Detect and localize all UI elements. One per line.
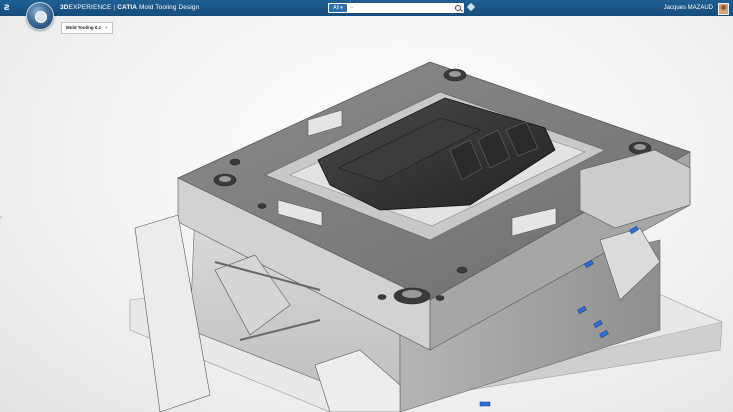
top-bar: ƨ 3DEXPERIENCE | CATIA Mold Tooling Design…: [0, 0, 733, 16]
tab-label: Mold Tooling 0.1: [66, 25, 102, 30]
tag-icon[interactable]: [466, 2, 476, 12]
side-panel-handle-icon[interactable]: ›: [0, 214, 4, 222]
search-scope-label: All: [333, 5, 339, 11]
3ds-logo-icon[interactable]: ƨ: [4, 1, 20, 15]
search-input[interactable]: --: [350, 3, 353, 13]
search-scope-dropdown[interactable]: All ▾: [329, 4, 347, 12]
mold-model[interactable]: [0, 16, 733, 412]
tab-mold-tooling[interactable]: Mold Tooling 0.1 ×: [61, 22, 113, 34]
brand-catia: CATIA: [117, 4, 138, 11]
brand-3d: 3D: [60, 4, 69, 11]
title-separator: |: [113, 4, 116, 11]
close-icon[interactable]: ×: [105, 25, 108, 30]
app-name: Mold Tooling Design: [139, 4, 200, 11]
compass-center: [35, 11, 47, 23]
brand-experience: EXPERIENCE: [68, 4, 112, 11]
compass-icon[interactable]: [26, 2, 54, 30]
3d-viewport[interactable]: [0, 16, 733, 412]
user-name[interactable]: Jacques MAZAUD: [664, 0, 713, 16]
app-title: 3DEXPERIENCE | CATIA Mold Tooling Design: [60, 0, 199, 16]
search-icon[interactable]: [455, 5, 461, 11]
search-field[interactable]: All ▾ --: [328, 3, 464, 13]
avatar[interactable]: [718, 3, 729, 15]
